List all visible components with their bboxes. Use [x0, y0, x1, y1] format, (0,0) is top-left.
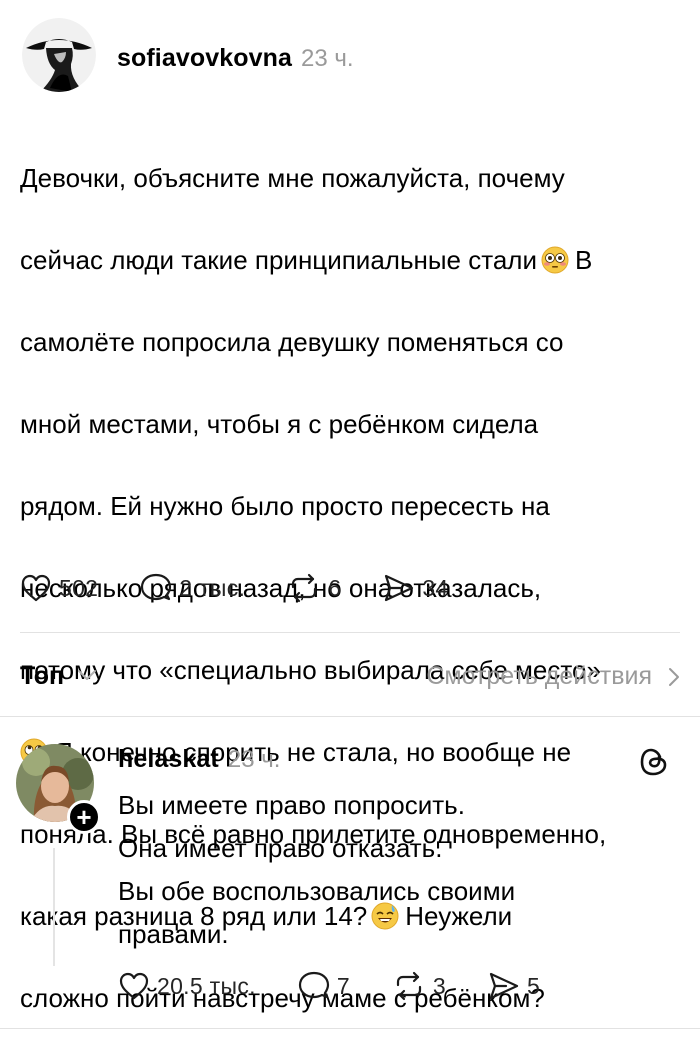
send-icon: [385, 574, 414, 602]
comment-count: 2 тыс.: [179, 574, 246, 601]
repost-button[interactable]: 6: [287, 573, 341, 603]
comment-like-button[interactable]: 20.5 тыс.: [118, 971, 256, 1001]
flushed-face-emoji: [541, 246, 569, 274]
comment-reply-count: 7: [336, 972, 350, 999]
post-divider: [20, 632, 680, 633]
comment-icon: [298, 971, 329, 999]
sort-divider: [0, 716, 700, 717]
post-line: самолёте попросила девушку поменяться со: [20, 327, 564, 357]
post-actions: 502 2 тыс. 6 34: [20, 572, 491, 604]
chevron-down-icon: [78, 670, 96, 680]
post-username[interactable]: sofiavovkovna: [117, 44, 292, 72]
follow-plus-button[interactable]: +: [67, 800, 101, 834]
view-activity-link[interactable]: Смотреть действия: [426, 662, 680, 691]
threads-logo-icon[interactable]: [640, 747, 668, 777]
like-count: 502: [59, 574, 99, 601]
bottom-divider: [0, 1028, 700, 1029]
post-line: сейчас люди такие принципиальные стали: [20, 245, 538, 275]
repost-icon: [396, 971, 422, 1001]
comment-username[interactable]: helaskat: [118, 745, 219, 773]
comment-text: Вы имеете право попросить. Она имеет пра…: [118, 784, 658, 956]
thread-line: [53, 848, 55, 966]
comment-header: helaskat 23 ч.: [118, 745, 280, 774]
post-header: sofiavovkovna 23 ч.: [117, 44, 354, 73]
view-activity-label: Смотреть действия: [426, 662, 652, 690]
post-line: Девочки, объясните мне пожалуйста, почем…: [20, 163, 565, 193]
comment-line: Вы имеете право попросить.: [118, 790, 465, 820]
comment-like-count: 20.5 тыс.: [157, 972, 256, 999]
post-line-continuation: В: [575, 245, 593, 275]
comment-share-count: 5: [527, 972, 541, 999]
post-line: рядом. Ей нужно было просто пересесть на: [20, 491, 550, 521]
send-icon: [489, 972, 519, 1000]
comment-timestamp: 23 ч.: [227, 746, 281, 773]
comment-icon: [141, 573, 172, 601]
comment-line: правами.: [118, 919, 229, 949]
comment-line: Она имеет право отказать.: [118, 833, 443, 863]
post-line: мной местами, чтобы я с ребёнком сидела: [20, 409, 539, 439]
post-timestamp: 23 ч.: [300, 45, 354, 72]
comment-repost-button[interactable]: 3: [392, 971, 446, 1001]
share-count: 34: [422, 574, 449, 601]
comment-reply-button[interactable]: 7: [298, 970, 350, 1002]
repost-icon: [292, 573, 317, 603]
share-button[interactable]: 34: [383, 573, 448, 603]
comment-button[interactable]: 2 тыс.: [140, 572, 245, 604]
heart-icon: [21, 574, 51, 602]
heart-icon: [119, 972, 149, 1000]
comment-line: Вы обе воспользовались своими: [118, 876, 516, 906]
post-author-avatar[interactable]: [22, 18, 96, 92]
comment-repost-count: 3: [432, 972, 446, 999]
comment-share-button[interactable]: 5: [488, 971, 540, 1001]
chevron-right-icon: [669, 667, 679, 686]
like-button[interactable]: 502: [20, 573, 98, 603]
sort-dropdown[interactable]: Топ: [20, 662, 64, 691]
comment-actions: 20.5 тыс. 7 3 5: [118, 970, 582, 1002]
repost-count: 6: [328, 574, 342, 601]
